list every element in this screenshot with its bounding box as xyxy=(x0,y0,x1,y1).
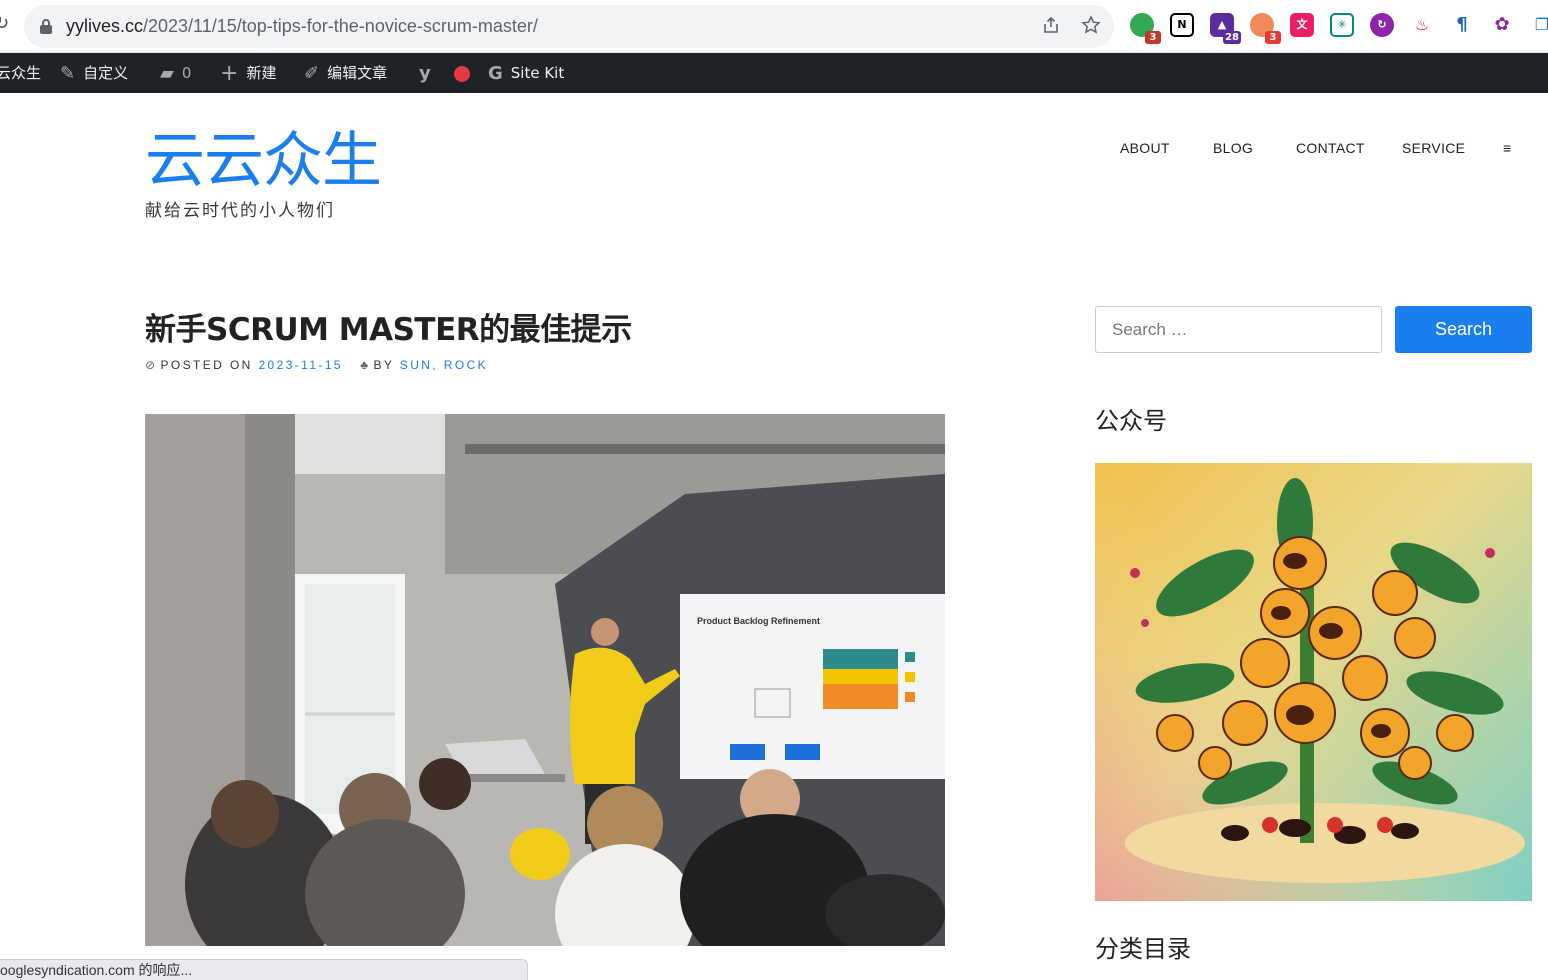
admin-yoast[interactable]: y xyxy=(419,53,439,93)
extension-icon-7[interactable]: ↻ xyxy=(1370,13,1394,37)
translate-icon[interactable]: 文 xyxy=(1290,13,1314,37)
url-text[interactable]: yylives.cc/2023/11/15/top-tips-for-the-n… xyxy=(66,16,538,37)
admin-site-kit[interactable]: G Site Kit xyxy=(488,53,564,93)
admin-site-name[interactable]: 云众生 xyxy=(0,53,41,93)
nav-about[interactable]: ABOUT xyxy=(1120,140,1170,156)
bookmark-star-icon[interactable] xyxy=(1079,15,1103,39)
extension-icon-6[interactable]: ✳ xyxy=(1330,13,1354,37)
notion-icon[interactable]: N xyxy=(1170,13,1194,37)
pencil-icon: ✐ xyxy=(304,62,320,84)
admin-edit-post[interactable]: ✐ 编辑文章 xyxy=(304,53,387,93)
search-button[interactable]: Search xyxy=(1395,306,1532,353)
nav-blog[interactable]: BLOG xyxy=(1213,140,1253,156)
extension-icon-11[interactable]: ❐ xyxy=(1530,13,1548,37)
site-description: 献给云时代的小人物们 xyxy=(145,201,335,221)
widget-title-categories: 分类目录 xyxy=(1095,935,1191,963)
yoast-icon: y xyxy=(419,62,431,84)
seo-status-dot xyxy=(454,66,470,82)
extension-icon-1[interactable]: 3 xyxy=(1130,13,1161,44)
brush-icon: ✎ xyxy=(60,62,76,84)
share-icon[interactable] xyxy=(1039,15,1063,39)
extension-icon-9[interactable]: ¶ xyxy=(1450,13,1474,37)
wechat-widget-image xyxy=(1095,463,1532,901)
featured-image: Product Backlog Refinement xyxy=(145,414,945,946)
reload-icon[interactable]: ↻ xyxy=(0,14,9,34)
post-author-link[interactable]: SUN, ROCK xyxy=(400,358,488,372)
site-title[interactable]: 云云众生 xyxy=(145,123,382,199)
post-meta: ⊘ POSTED ON 2023-11-15 ♣ BY SUN, ROCK xyxy=(145,358,489,372)
plus-icon: + xyxy=(220,60,239,86)
lock-icon[interactable] xyxy=(40,19,52,34)
admin-comments[interactable]: ▰ 0 xyxy=(160,53,191,93)
admin-new[interactable]: + 新建 xyxy=(220,53,276,93)
browser-toolbar: ↻ yylives.cc/2023/11/15/top-tips-for-the… xyxy=(0,0,1548,53)
menu-toggle-icon[interactable]: ≡ xyxy=(1503,140,1511,156)
google-g-icon: G xyxy=(488,62,503,84)
address-bar[interactable]: yylives.cc/2023/11/15/top-tips-for-the-n… xyxy=(24,5,1114,48)
nav-service[interactable]: SERVICE xyxy=(1402,140,1465,156)
comment-icon: ▰ xyxy=(160,62,174,84)
widget-title-wechat: 公众号 xyxy=(1095,407,1167,435)
extension-icon-10[interactable]: ✿ xyxy=(1490,13,1514,37)
post-title: 新手SCRUM MASTER的最佳提示 xyxy=(145,312,632,348)
admin-customize[interactable]: ✎ 自定义 xyxy=(60,53,128,93)
link-icon: ⊘ xyxy=(145,358,158,372)
extension-icon-8[interactable]: ♨ xyxy=(1410,13,1434,37)
search-input[interactable]: Search … xyxy=(1095,306,1382,353)
post-date-link[interactable]: 2023-11-15 xyxy=(258,358,343,372)
status-bubble: ooglesyndication.com 的响应... xyxy=(0,959,528,980)
board-title-text: Product Backlog Refinement xyxy=(697,616,820,626)
extension-icon-4[interactable]: 3 xyxy=(1250,13,1281,44)
author-icon: ♣ xyxy=(360,358,371,372)
extension-icon-3[interactable]: ▲ 28 xyxy=(1210,13,1241,44)
nav-contact[interactable]: CONTACT xyxy=(1296,140,1365,156)
admin-bar: 云众生 ✎ 自定义 ▰ 0 + 新建 ✐ 编辑文章 y G Site Kit xyxy=(0,53,1548,93)
